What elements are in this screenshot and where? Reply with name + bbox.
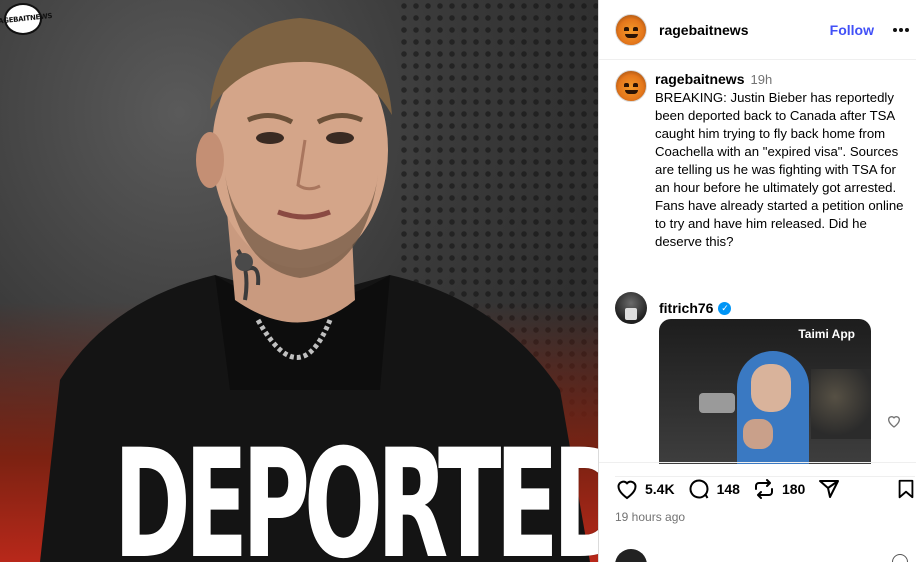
- comment: fitrich76 ✓ Taimi App: [615, 292, 915, 464]
- like-count: 5.4K: [645, 481, 675, 497]
- media-car: [699, 393, 735, 413]
- comment-like-icon[interactable]: [886, 413, 902, 429]
- repost-count: 180: [781, 481, 806, 497]
- post-sidebar: ragebaitnews Follow ragebaitnews 19h BREA…: [598, 0, 916, 562]
- bookmark-icon[interactable]: [895, 478, 916, 500]
- headline-text: DEPORTED: [113, 418, 598, 562]
- caption-body: ragebaitnews 19h BREAKING: Justin Bieber …: [655, 70, 907, 251]
- caption-avatar[interactable]: [615, 70, 647, 102]
- next-comment-icon[interactable]: [892, 554, 908, 562]
- comment-media-tag: Taimi App: [798, 327, 855, 341]
- caption-text: BREAKING: Justin Bieber has reportedly b…: [655, 90, 904, 249]
- more-options-icon[interactable]: [892, 27, 910, 32]
- brand-logo-badge: RAGEBAITNEWS: [0, 3, 53, 35]
- media-person-hand: [743, 419, 773, 449]
- comment-icon[interactable]: [687, 477, 711, 501]
- post-media[interactable]: RAGEBAITNEWS DEPORTED: [0, 0, 598, 562]
- media-person-face: [751, 364, 791, 412]
- divider: [599, 462, 916, 463]
- caption-time[interactable]: 19h: [750, 72, 772, 87]
- media-trees: [811, 369, 871, 439]
- like-action[interactable]: 5.4K: [615, 477, 675, 501]
- share-action[interactable]: [817, 477, 841, 501]
- comment-username[interactable]: fitrich76: [659, 300, 713, 316]
- comment-action[interactable]: 148: [687, 477, 740, 501]
- header-avatar[interactable]: [615, 13, 647, 46]
- verified-badge-icon: ✓: [718, 301, 732, 315]
- caption-username[interactable]: ragebaitnews: [655, 71, 744, 87]
- comment-count: 148: [716, 481, 740, 497]
- next-comment-avatar[interactable]: [615, 549, 647, 562]
- caption: ragebaitnews 19h BREAKING: Justin Bieber …: [615, 70, 915, 251]
- post-time-ago[interactable]: 19 hours ago: [615, 510, 685, 524]
- repost-icon[interactable]: [752, 477, 776, 501]
- repost-action[interactable]: 180: [752, 477, 805, 501]
- comment-avatar[interactable]: [615, 292, 647, 324]
- follow-button[interactable]: Follow: [830, 22, 874, 38]
- share-icon[interactable]: [817, 477, 841, 501]
- post-header: ragebaitnews Follow: [599, 0, 916, 60]
- heart-icon[interactable]: [615, 477, 639, 501]
- header-username[interactable]: ragebaitnews: [659, 22, 748, 38]
- action-bar: 5.4K 148 180: [615, 476, 915, 501]
- comment-media[interactable]: Taimi App: [659, 319, 871, 464]
